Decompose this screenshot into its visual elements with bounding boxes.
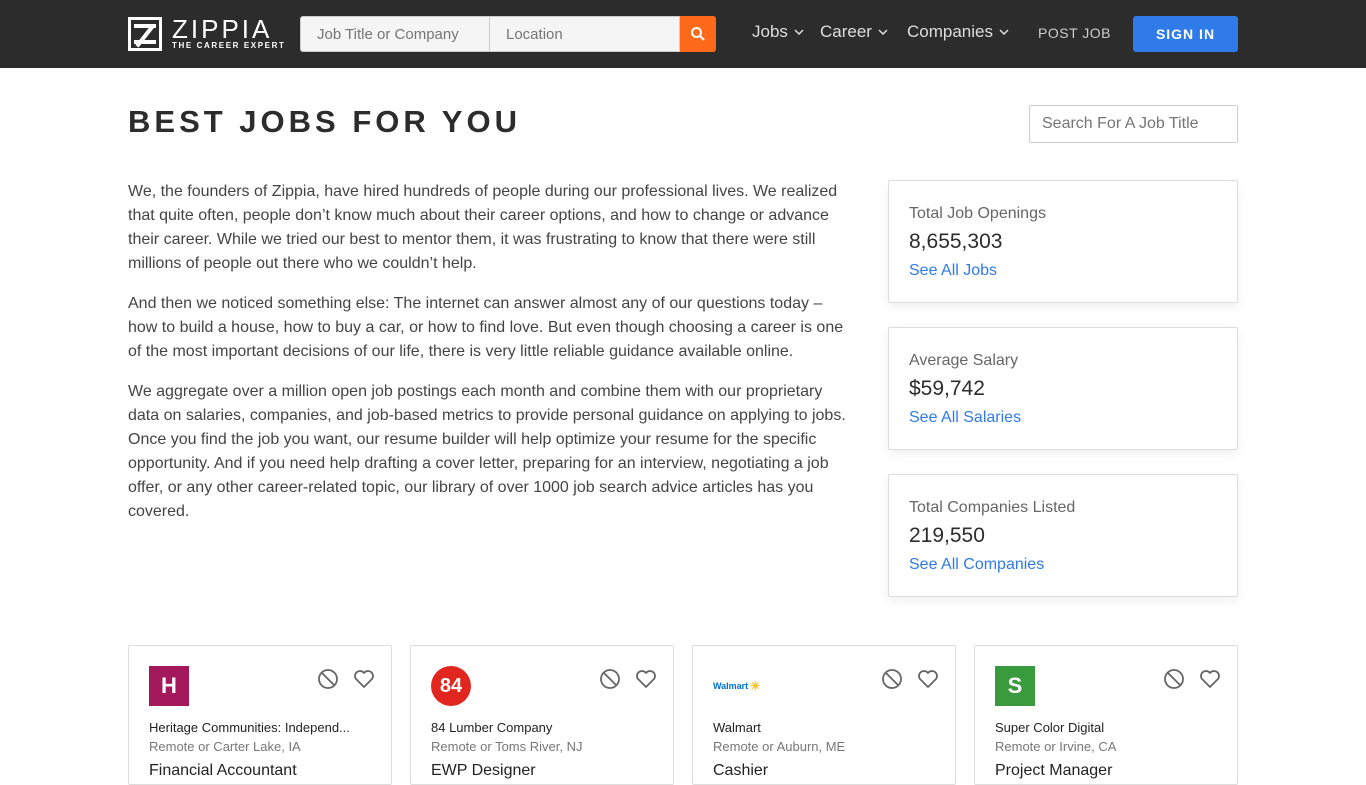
heart-icon[interactable] bbox=[1199, 668, 1221, 690]
company-logo: S bbox=[995, 666, 1035, 706]
job-company: Super Color Digital bbox=[995, 720, 1105, 735]
company-logo: H bbox=[149, 666, 189, 706]
chevron-down-icon bbox=[999, 29, 1009, 35]
stat-label: Average Salary bbox=[909, 352, 1019, 369]
nav-jobs-label: Jobs bbox=[752, 22, 788, 41]
spark-icon: ✳ bbox=[750, 679, 761, 693]
search-button[interactable] bbox=[680, 16, 716, 52]
stat-value: 219,550 bbox=[909, 524, 985, 547]
stat-value: 8,655,303 bbox=[909, 230, 1003, 253]
stat-card-companies-listed: Total Companies Listed 219,550 See All C… bbox=[888, 474, 1238, 597]
logo-tagline: THE CAREER EXPERT bbox=[172, 41, 286, 50]
job-location: Remote or Auburn, ME bbox=[713, 739, 846, 754]
intro-text: We, the founders of Zippia, have hired h… bbox=[128, 180, 852, 540]
job-company: 84 Lumber Company bbox=[431, 720, 553, 735]
job-location: Remote or Carter Lake, IA bbox=[149, 739, 301, 754]
stat-card-average-salary: Average Salary $59,742 See All Salaries bbox=[888, 327, 1238, 450]
heart-icon[interactable] bbox=[917, 668, 939, 690]
see-all-jobs-link[interactable]: See All Jobs bbox=[909, 259, 1217, 283]
nav-jobs[interactable]: Jobs bbox=[752, 22, 804, 42]
job-card[interactable]: S Super Color Digital Remote or Irvine, … bbox=[974, 645, 1238, 785]
hide-job-icon[interactable] bbox=[317, 668, 339, 690]
search-icon bbox=[691, 27, 705, 41]
intro-paragraph: We aggregate over a million open job pos… bbox=[128, 383, 846, 520]
intro-paragraph: We, the founders of Zippia, have hired h… bbox=[128, 183, 838, 272]
hide-job-icon[interactable] bbox=[1163, 668, 1185, 690]
job-search-input[interactable] bbox=[300, 16, 490, 52]
job-card[interactable]: 84 84 Lumber Company Remote or Toms Rive… bbox=[410, 645, 674, 785]
zippia-logo-mark-icon bbox=[128, 17, 162, 51]
top-navigation-bar: ZIPPIA THE CAREER EXPERT Jobs Career Com… bbox=[0, 0, 1366, 68]
chevron-down-icon bbox=[794, 29, 804, 35]
post-job-link[interactable]: POST JOB bbox=[1038, 25, 1111, 41]
nav-companies[interactable]: Companies bbox=[907, 22, 1009, 42]
job-company: Walmart bbox=[713, 720, 761, 735]
job-title-search-input[interactable] bbox=[1029, 105, 1238, 143]
hide-job-icon[interactable] bbox=[881, 668, 903, 690]
walmart-logo-text: Walmart bbox=[713, 681, 749, 691]
page-title: BEST JOBS FOR YOU bbox=[128, 104, 521, 139]
hide-job-icon[interactable] bbox=[599, 668, 621, 690]
job-title[interactable]: Project Manager bbox=[995, 762, 1217, 780]
job-title[interactable]: Cashier bbox=[713, 762, 935, 780]
sign-in-button[interactable]: SIGN IN bbox=[1133, 16, 1238, 52]
nav-companies-label: Companies bbox=[907, 22, 993, 41]
job-company: Heritage Communities: Independ... bbox=[149, 720, 350, 735]
location-search-input[interactable] bbox=[490, 16, 680, 52]
job-title[interactable]: Financial Accountant bbox=[149, 762, 371, 780]
zippia-logo[interactable]: ZIPPIA THE CAREER EXPERT bbox=[128, 15, 288, 53]
heart-icon[interactable] bbox=[353, 668, 375, 690]
intro-paragraph: And then we noticed something else: The … bbox=[128, 295, 844, 360]
stat-card-job-openings: Total Job Openings 8,655,303 See All Job… bbox=[888, 180, 1238, 303]
logo-name: ZIPPIA bbox=[172, 14, 273, 44]
nav-career-label: Career bbox=[820, 22, 872, 41]
see-all-salaries-link[interactable]: See All Salaries bbox=[909, 406, 1217, 430]
company-logo: 84 bbox=[431, 666, 471, 706]
job-title[interactable]: EWP Designer bbox=[431, 762, 653, 780]
stat-label: Total Job Openings bbox=[909, 205, 1046, 222]
stat-value: $59,742 bbox=[909, 377, 985, 400]
stat-label: Total Companies Listed bbox=[909, 499, 1076, 516]
job-card[interactable]: H Heritage Communities: Independ... Remo… bbox=[128, 645, 392, 785]
job-card[interactable]: Walmart ✳ Walmart Remote or Auburn, ME C… bbox=[692, 645, 956, 785]
nav-career[interactable]: Career bbox=[820, 22, 888, 42]
chevron-down-icon bbox=[878, 29, 888, 35]
see-all-companies-link[interactable]: See All Companies bbox=[909, 553, 1217, 577]
heart-icon[interactable] bbox=[635, 668, 657, 690]
job-location: Remote or Toms River, NJ bbox=[431, 739, 583, 754]
job-location: Remote or Irvine, CA bbox=[995, 739, 1117, 754]
